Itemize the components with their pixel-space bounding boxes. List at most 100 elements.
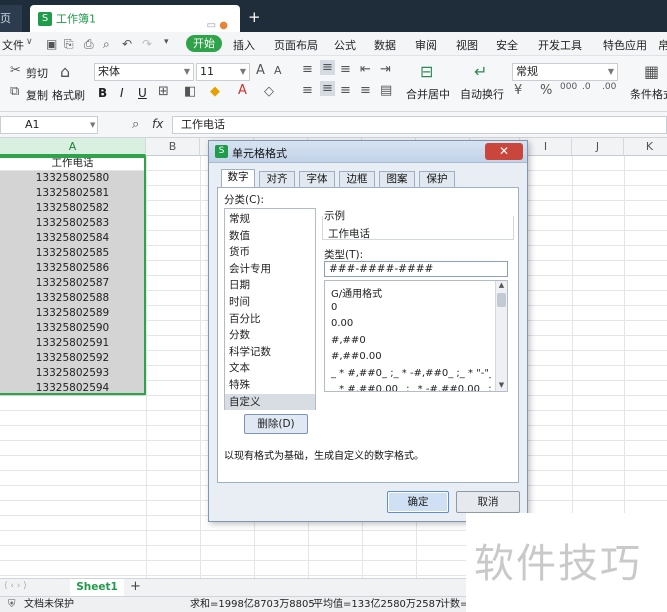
cell-phone-number[interactable]: 13325802590 — [0, 321, 145, 336]
indent-increase-icon[interactable]: ⇥ — [380, 62, 391, 77]
category-item[interactable]: 数值 — [229, 228, 313, 244]
currency-icon[interactable]: ¥ — [514, 83, 522, 98]
category-item[interactable]: 自定义 — [225, 393, 315, 410]
menu-data[interactable]: 数据 — [374, 37, 396, 53]
cut-label[interactable]: 剪切 — [26, 65, 48, 81]
align-center-icon[interactable]: ≡ — [320, 81, 335, 96]
tab-number[interactable]: 数字 — [221, 169, 255, 188]
category-item[interactable]: 科学记数 — [229, 344, 313, 360]
format-painter-label[interactable]: 格式刷 — [52, 87, 85, 103]
undo-icon[interactable]: ↶ — [122, 37, 132, 51]
underline-button[interactable]: U — [138, 86, 147, 100]
sheet-tab-sheet1[interactable]: Sheet1 — [70, 579, 124, 596]
conditional-format-label[interactable]: 条件格式 — [630, 86, 667, 102]
category-item[interactable]: 常规 — [229, 211, 313, 227]
category-list[interactable]: 常规 数值 货币 会计专用 日期 时间 百分比 分数 科学记数 文本 特殊 自定义 — [224, 208, 316, 410]
italic-button[interactable]: I — [120, 86, 124, 100]
align-bottom-icon[interactable]: ≡ — [340, 62, 351, 77]
preview-icon[interactable]: ⌕ — [103, 37, 110, 52]
menu-review[interactable]: 审阅 — [415, 37, 437, 53]
column-header-b[interactable]: B — [146, 138, 200, 156]
decrease-decimal-icon[interactable]: .00 — [602, 82, 616, 92]
menu-formulas[interactable]: 公式 — [334, 37, 356, 53]
cancel-button[interactable]: 取消 — [456, 491, 520, 513]
category-item[interactable]: 文本 — [229, 360, 313, 376]
thousands-icon[interactable]: 000 — [560, 82, 577, 92]
tab-protection[interactable]: 保护 — [419, 171, 455, 187]
bold-button[interactable]: B — [98, 86, 107, 100]
scroll-thumb[interactable] — [497, 293, 506, 307]
zoom-icon[interactable]: ⌕ — [132, 117, 139, 132]
percent-icon[interactable]: % — [540, 83, 552, 98]
highlight-icon[interactable]: ◆ — [210, 84, 220, 99]
cell-phone-number[interactable]: 13325802584 — [0, 231, 145, 246]
close-button[interactable]: ✕ — [485, 143, 523, 160]
conditional-format-icon[interactable]: ▦ — [644, 62, 659, 81]
scroll-down-icon[interactable]: ▼ — [496, 381, 507, 391]
format-item[interactable]: _ * #,##0.00_ ;_ * -#,##0.00_ ;_ * "-"??… — [331, 384, 491, 391]
cell-phone-number[interactable]: 13325802581 — [0, 186, 145, 201]
print-icon[interactable]: ⎙ — [84, 37, 94, 52]
cell-phone-number[interactable]: 13325802582 — [0, 201, 145, 216]
font-color-icon[interactable]: A — [238, 83, 247, 98]
category-item[interactable]: 特殊 — [229, 377, 313, 393]
sheet-nav-icons[interactable]: ⟨ ‹ › ⟩ — [4, 581, 27, 591]
menu-security[interactable]: 安全 — [496, 37, 518, 53]
menu-view[interactable]: 视图 — [456, 37, 478, 53]
category-item[interactable]: 百分比 — [229, 311, 313, 327]
column-header-k[interactable]: K — [624, 138, 667, 156]
indent-decrease-icon[interactable]: ⇤ — [360, 62, 371, 77]
type-input[interactable]: ###-####-#### — [324, 261, 508, 277]
column-header-j[interactable]: J — [572, 138, 624, 156]
align-left-icon[interactable]: ≡ — [302, 83, 313, 98]
dialog-title-bar[interactable]: S 单元格格式 ✕ — [209, 141, 527, 163]
tab-font[interactable]: 字体 — [299, 171, 335, 187]
copy-label[interactable]: 复制 — [26, 87, 48, 103]
doc-protection-status[interactable]: 文档未保护 — [24, 597, 74, 612]
number-format-select[interactable]: 常规 ▼ — [512, 63, 618, 81]
category-item[interactable]: 分数 — [229, 327, 313, 343]
add-sheet-button[interactable]: + — [130, 579, 141, 594]
category-item[interactable]: 时间 — [229, 294, 313, 310]
format-item[interactable]: #,##0.00 — [331, 351, 491, 362]
format-item[interactable]: G/通用格式 — [331, 285, 491, 300]
format-item[interactable]: 0 — [331, 302, 491, 313]
cell-phone-number[interactable]: 13325802592 — [0, 351, 145, 366]
menu-file[interactable]: 文件 — [2, 37, 24, 53]
merge-center-icon[interactable]: ⊟ — [420, 62, 433, 81]
name-box[interactable]: A1 — [0, 116, 98, 134]
menu-more[interactable]: 帛 — [658, 37, 667, 53]
menu-special[interactable]: 特色应用 — [603, 37, 647, 53]
merge-center-label[interactable]: 合并居中 — [406, 86, 450, 102]
tab-alignment[interactable]: 对齐 — [259, 171, 295, 187]
cell-phone-number[interactable]: 13325802593 — [0, 366, 145, 381]
category-item[interactable]: 货币 — [229, 244, 313, 260]
cell-phone-number[interactable]: 13325802588 — [0, 291, 145, 306]
tab-workbook[interactable]: S 工作簿1 ▭ ● — [30, 5, 240, 32]
export-icon[interactable]: ⎘ — [64, 37, 74, 52]
menu-start[interactable]: 开始 — [186, 35, 222, 52]
cell-phone-number[interactable]: 13325802583 — [0, 216, 145, 231]
copy-icon[interactable]: ⧉ — [10, 84, 19, 99]
cell-phone-number[interactable]: 13325802587 — [0, 276, 145, 291]
menu-insert[interactable]: 插入 — [233, 37, 255, 53]
cell-phone-number[interactable]: 13325802580 — [0, 171, 145, 186]
cell-phone-number[interactable]: 13325802585 — [0, 246, 145, 261]
cell-phone-number[interactable]: 13325802591 — [0, 336, 145, 351]
fx-icon[interactable]: fx — [152, 117, 163, 131]
menu-page-layout[interactable]: 页面布局 — [274, 37, 318, 53]
tab-pattern[interactable]: 图案 — [379, 171, 415, 187]
font-name-select[interactable]: 宋体 ▼ — [94, 63, 194, 81]
chevron-down-icon[interactable]: ▼ — [90, 121, 95, 129]
format-list[interactable]: _ * #,##0.00_ ;_ * -#,##0.00_ ;_ * "-"??… — [324, 280, 508, 392]
align-right-icon[interactable]: ≡ — [340, 83, 351, 98]
format-item[interactable]: #,##0 — [331, 335, 491, 346]
align-top-icon[interactable]: ≡ — [302, 62, 313, 77]
formula-input[interactable]: 工作电话 — [172, 116, 667, 134]
decrease-font-icon[interactable]: A — [274, 64, 282, 77]
justify-icon[interactable]: ≡ — [360, 83, 371, 98]
increase-decimal-icon[interactable]: .0 — [582, 82, 591, 92]
format-list-scrollbar[interactable]: ▲ ▼ — [495, 281, 507, 391]
border-icon[interactable]: ⊞ — [158, 84, 169, 99]
format-painter-icon[interactable]: ⌂ — [60, 62, 70, 81]
